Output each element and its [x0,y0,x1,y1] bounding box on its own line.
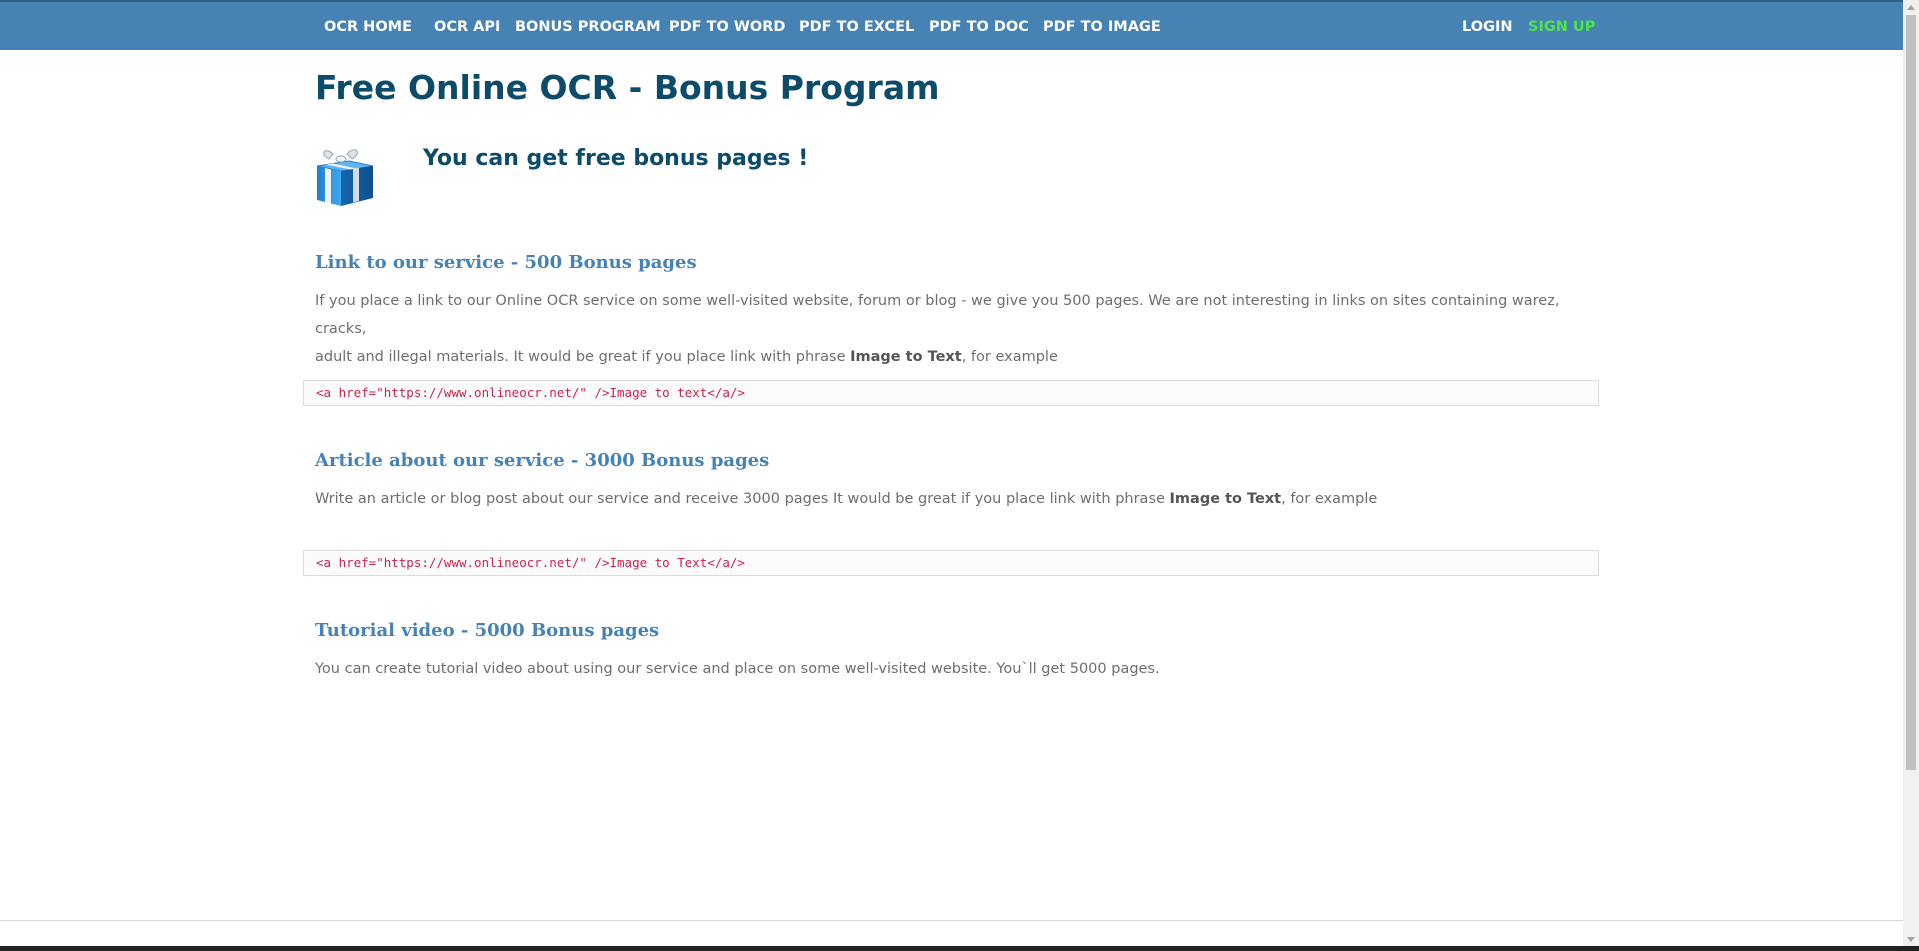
page-title: Free Online OCR - Bonus Program [315,68,940,107]
nav-ocr-api[interactable]: OCR API [434,19,500,35]
code-snippet-link[interactable]: <a href="https://www.onlineocr.net/" />I… [303,380,1599,406]
section-text-line: , for example [961,349,1058,365]
gift-box-icon [316,149,374,206]
window-bottom-edge [0,946,1919,951]
section-text-video: You can create tutorial video about usin… [315,661,1160,677]
horizontal-scrollbar[interactable] [0,920,1903,947]
phrase-image-to-text: Image to Text [850,349,962,365]
section-heading-article: Article about our service - 3000 Bonus p… [315,450,770,471]
nav-ocr-home[interactable]: OCR HOME [324,19,412,35]
section-text-line: If you place a link to our Online OCR se… [315,293,1560,337]
nav-pdf-to-word[interactable]: PDF TO WORD [669,19,785,35]
section-text-line: Write an article or blog post about our … [315,491,1170,507]
section-text-line: , for example [1281,491,1378,507]
phrase-image-to-text: Image to Text [1169,491,1282,507]
section-text-line: adult and illegal materials. It would be… [315,349,851,365]
section-text-article: Write an article or blog post about our … [315,485,1595,513]
section-heading-video: Tutorial video - 5000 Bonus pages [315,620,660,641]
scroll-up-arrow-icon[interactable] [1907,5,1915,10]
scrollbar-thumb[interactable] [1906,15,1916,770]
code-snippet-article[interactable]: <a href="https://www.onlineocr.net/" />I… [303,550,1599,576]
bonus-subtitle: You can get free bonus pages ! [423,146,809,171]
scroll-down-arrow-icon[interactable] [1907,937,1915,942]
nav-bonus-program[interactable]: BONUS PROGRAM [515,19,661,35]
section-heading-link: Link to our service - 500 Bonus pages [315,252,697,273]
nav-pdf-to-doc[interactable]: PDF TO DOC [929,19,1029,35]
section-text-link: If you place a link to our Online OCR se… [315,287,1595,371]
nav-pdf-to-image[interactable]: PDF TO IMAGE [1043,19,1161,35]
login-link[interactable]: LOGIN [1462,19,1512,35]
top-navigation-bar: OCR HOME OCR API BONUS PROGRAM PDF TO WO… [0,0,1903,50]
signup-link[interactable]: SIGN UP [1528,19,1595,35]
nav-pdf-to-excel[interactable]: PDF TO EXCEL [799,19,914,35]
